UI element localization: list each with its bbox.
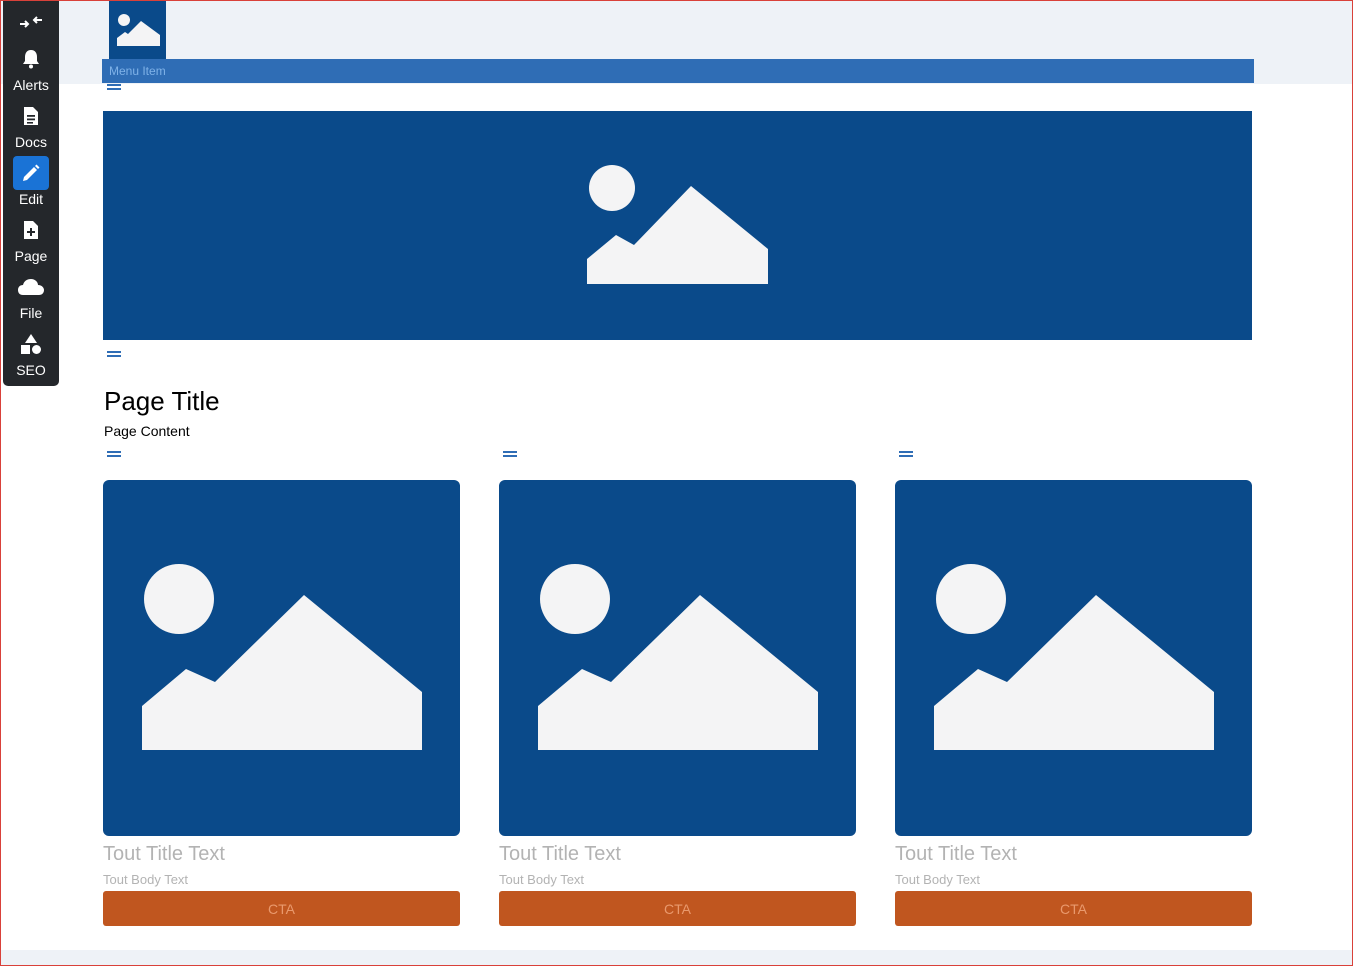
sidebar-item-alerts[interactable]: Alerts xyxy=(3,42,59,93)
sidebar-item-seo[interactable]: SEO xyxy=(3,327,59,378)
drag-handle-icon[interactable] xyxy=(107,351,121,357)
tout-image[interactable] xyxy=(499,480,856,836)
image-placeholder-icon xyxy=(141,564,422,750)
sidebar-item-label: Edit xyxy=(18,191,44,207)
cta-button[interactable]: CTA xyxy=(103,891,460,926)
tout-card: Tout Title Text Tout Body Text CTA xyxy=(103,480,460,926)
sidebar-item-page[interactable]: Page xyxy=(3,213,59,264)
tout-title: Tout Title Text xyxy=(103,843,225,865)
cta-button[interactable]: CTA xyxy=(499,891,856,926)
image-placeholder-icon xyxy=(116,13,160,46)
sidebar-item-label: Docs xyxy=(15,134,47,150)
tout-card: Tout Title Text Tout Body Text CTA xyxy=(895,480,1252,926)
drag-handle-icon[interactable] xyxy=(899,451,913,457)
footer-background xyxy=(0,950,1353,966)
add-file-icon xyxy=(13,213,49,247)
sidebar-item-file[interactable]: File xyxy=(3,270,59,321)
editor-sidebar: Alerts Docs Edit Page File SEO xyxy=(3,0,59,386)
collapse-arrows-icon xyxy=(13,5,49,39)
sidebar-item-label: SEO xyxy=(16,362,46,378)
tout-title: Tout Title Text xyxy=(895,843,1017,865)
drag-handle-icon[interactable] xyxy=(503,451,517,457)
cta-button[interactable]: CTA xyxy=(895,891,1252,926)
image-placeholder-icon xyxy=(537,564,818,750)
tout-image[interactable] xyxy=(103,480,460,836)
image-placeholder-icon xyxy=(586,164,768,284)
drag-handle-icon[interactable] xyxy=(107,84,121,90)
bell-icon xyxy=(13,42,49,76)
site-logo[interactable] xyxy=(109,0,166,59)
tout-body: Tout Body Text xyxy=(499,872,585,887)
menu-item[interactable]: Menu Item xyxy=(109,64,166,78)
sidebar-item-label: Page xyxy=(14,248,48,264)
sidebar-item-edit[interactable]: Edit xyxy=(3,156,59,207)
page-content: Page Content xyxy=(104,423,190,439)
tout-body: Tout Body Text xyxy=(895,872,981,887)
tout-card: Tout Title Text Tout Body Text CTA xyxy=(499,480,856,926)
hero-image[interactable] xyxy=(103,111,1252,340)
image-placeholder-icon xyxy=(933,564,1214,750)
pencil-icon xyxy=(13,156,49,190)
main-menu-bar: Menu Item xyxy=(102,59,1254,83)
document-icon xyxy=(13,99,49,133)
sidebar-item-docs[interactable]: Docs xyxy=(3,99,59,150)
sidebar-item-label: Alerts xyxy=(13,77,49,93)
tout-body: Tout Body Text xyxy=(103,872,189,887)
sidebar-item-label: File xyxy=(19,305,43,321)
collapse-button[interactable] xyxy=(3,5,59,39)
cloud-icon xyxy=(13,270,49,304)
drag-handle-icon[interactable] xyxy=(107,451,121,457)
tout-title: Tout Title Text xyxy=(499,843,621,865)
tout-image[interactable] xyxy=(895,480,1252,836)
shapes-icon xyxy=(13,327,49,361)
page-title: Page Title xyxy=(104,386,220,416)
